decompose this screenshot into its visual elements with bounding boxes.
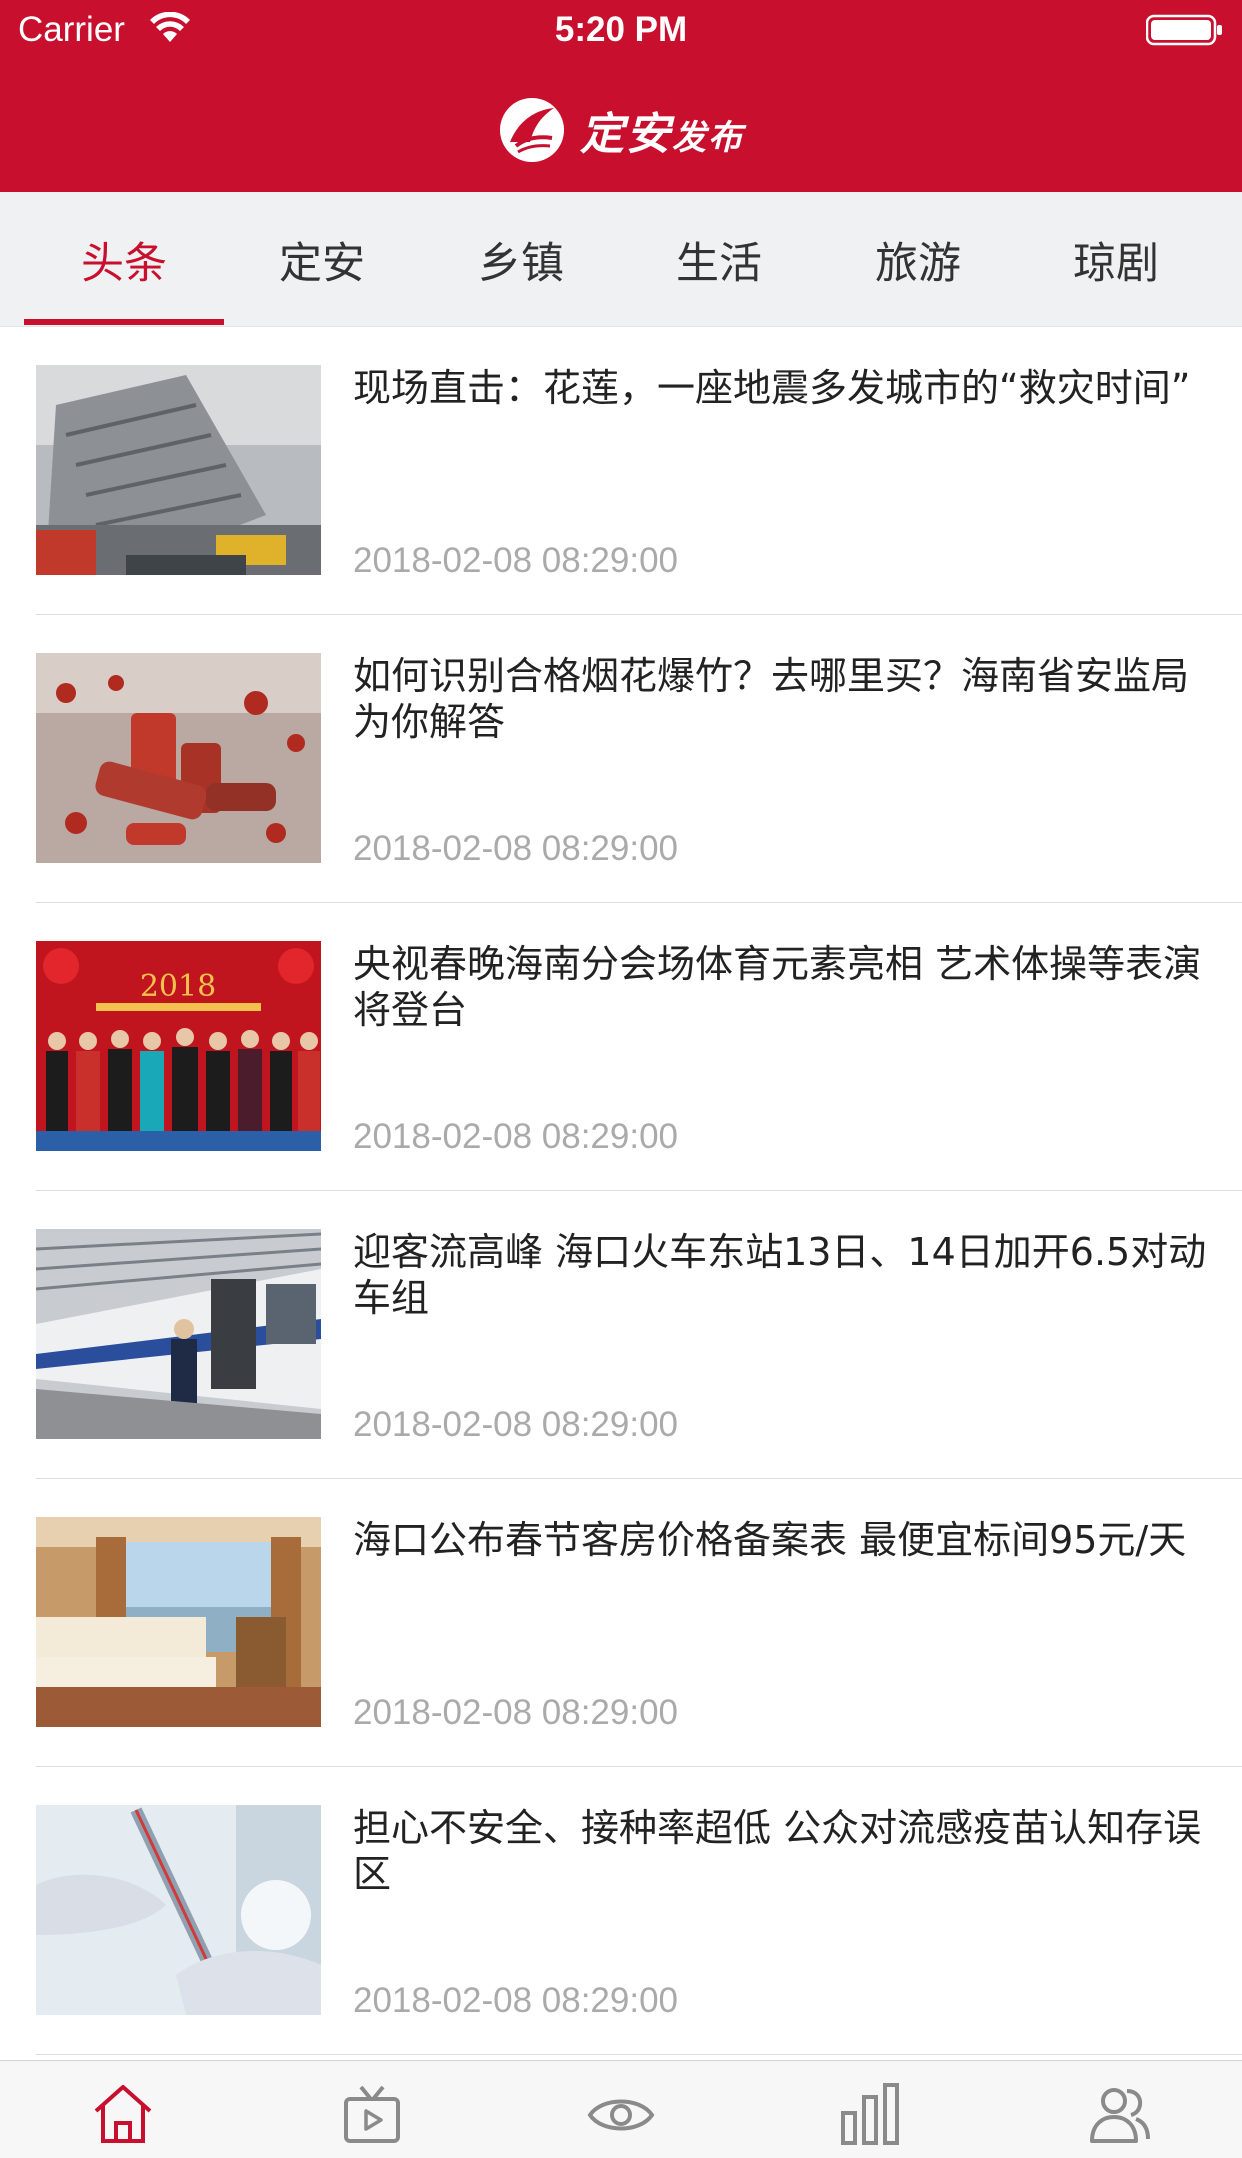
home-tab-button[interactable] [88, 2079, 158, 2149]
battery-icon [1145, 14, 1224, 46]
news-item[interactable]: 海口公布春节客房价格备案表 最便宜标间95元/天 2018-02-08 08:2… [36, 1479, 1242, 1767]
tab-qiong-opera[interactable]: 琼剧 [1016, 192, 1216, 327]
news-thumbnail [36, 1805, 321, 2015]
tab-dingan[interactable]: 定安 [222, 192, 422, 327]
tab-life[interactable]: 生活 [619, 192, 819, 327]
news-item[interactable]: 2018 央视春晚海南分会场体育元素亮相 艺术体操等表演将登台 2018-02-… [36, 903, 1242, 1191]
news-title: 迎客流高峰 海口火车东站13日、14日加开6.5对动车组 [353, 1230, 1207, 1320]
news-title: 如何识别合格烟花爆竹？去哪里买？海南省安监局为你解答 [353, 654, 1190, 744]
bottom-tab-bar [0, 2060, 1242, 2158]
news-title: 央视春晚海南分会场体育元素亮相 艺术体操等表演将登台 [353, 942, 1202, 1032]
stats-tab-button[interactable] [835, 2079, 905, 2149]
brand: 定安发布 [0, 92, 1242, 168]
news-title: 担心不安全、接种率超低 公众对流感疫苗认知存误区 [353, 1806, 1202, 1896]
brand-title-main: 定安 [580, 109, 672, 160]
news-item[interactable]: 担心不安全、接种率超低 公众对流感疫苗认知存误区 2018-02-08 08:2… [36, 1767, 1242, 2055]
news-thumbnail [36, 365, 321, 575]
news-date: 2018-02-08 08:29:00 [353, 1981, 678, 2020]
brand-logo-icon [498, 96, 566, 164]
bar-chart-icon [841, 2083, 899, 2145]
news-item[interactable]: 现场直击：花莲，一座地震多发城市的“救灾时间” 2018-02-08 08:29… [36, 327, 1242, 615]
brand-title-sub: 发布 [672, 118, 744, 158]
profile-tab-button[interactable] [1084, 2079, 1154, 2149]
news-date: 2018-02-08 08:29:00 [353, 1693, 678, 1732]
news-date: 2018-02-08 08:29:00 [353, 541, 678, 580]
watch-tab-button[interactable] [586, 2079, 656, 2149]
status-bar: Carrier 5:20 PM [0, 0, 1242, 60]
home-icon [94, 2085, 152, 2143]
news-thumbnail [36, 1229, 321, 1439]
tab-headlines[interactable]: 头条 [24, 192, 224, 327]
video-tab-button[interactable] [337, 2079, 407, 2149]
tv-icon [344, 2085, 400, 2143]
app-header: Carrier 5:20 PM 定安发布 [0, 0, 1242, 192]
svg-text:2018: 2018 [140, 969, 216, 1004]
eye-icon [587, 2099, 655, 2131]
brand-title: 定安发布 [580, 98, 744, 162]
news-thumbnail [36, 653, 321, 863]
category-tabs: 头条 定安 乡镇 生活 旅游 琼剧 [0, 192, 1242, 327]
tab-travel[interactable]: 旅游 [818, 192, 1018, 327]
active-tab-indicator [24, 319, 224, 325]
news-date: 2018-02-08 08:29:00 [353, 1405, 678, 1444]
news-item[interactable]: 迎客流高峰 海口火车东站13日、14日加开6.5对动车组 2018-02-08 … [36, 1191, 1242, 1479]
tab-towns[interactable]: 乡镇 [421, 192, 621, 327]
news-item[interactable]: 如何识别合格烟花爆竹？去哪里买？海南省安监局为你解答 2018-02-08 08… [36, 615, 1242, 903]
news-title: 海口公布春节客房价格备案表 最便宜标间95元/天 [353, 1518, 1187, 1562]
news-title: 现场直击：花莲，一座地震多发城市的“救灾时间” [353, 366, 1191, 410]
status-time: 5:20 PM [554, 10, 688, 49]
news-thumbnail [36, 1517, 321, 1727]
news-date: 2018-02-08 08:29:00 [353, 1117, 678, 1156]
users-icon [1090, 2088, 1150, 2143]
news-thumbnail: 2018 [36, 941, 321, 1151]
news-date: 2018-02-08 08:29:00 [353, 829, 678, 868]
